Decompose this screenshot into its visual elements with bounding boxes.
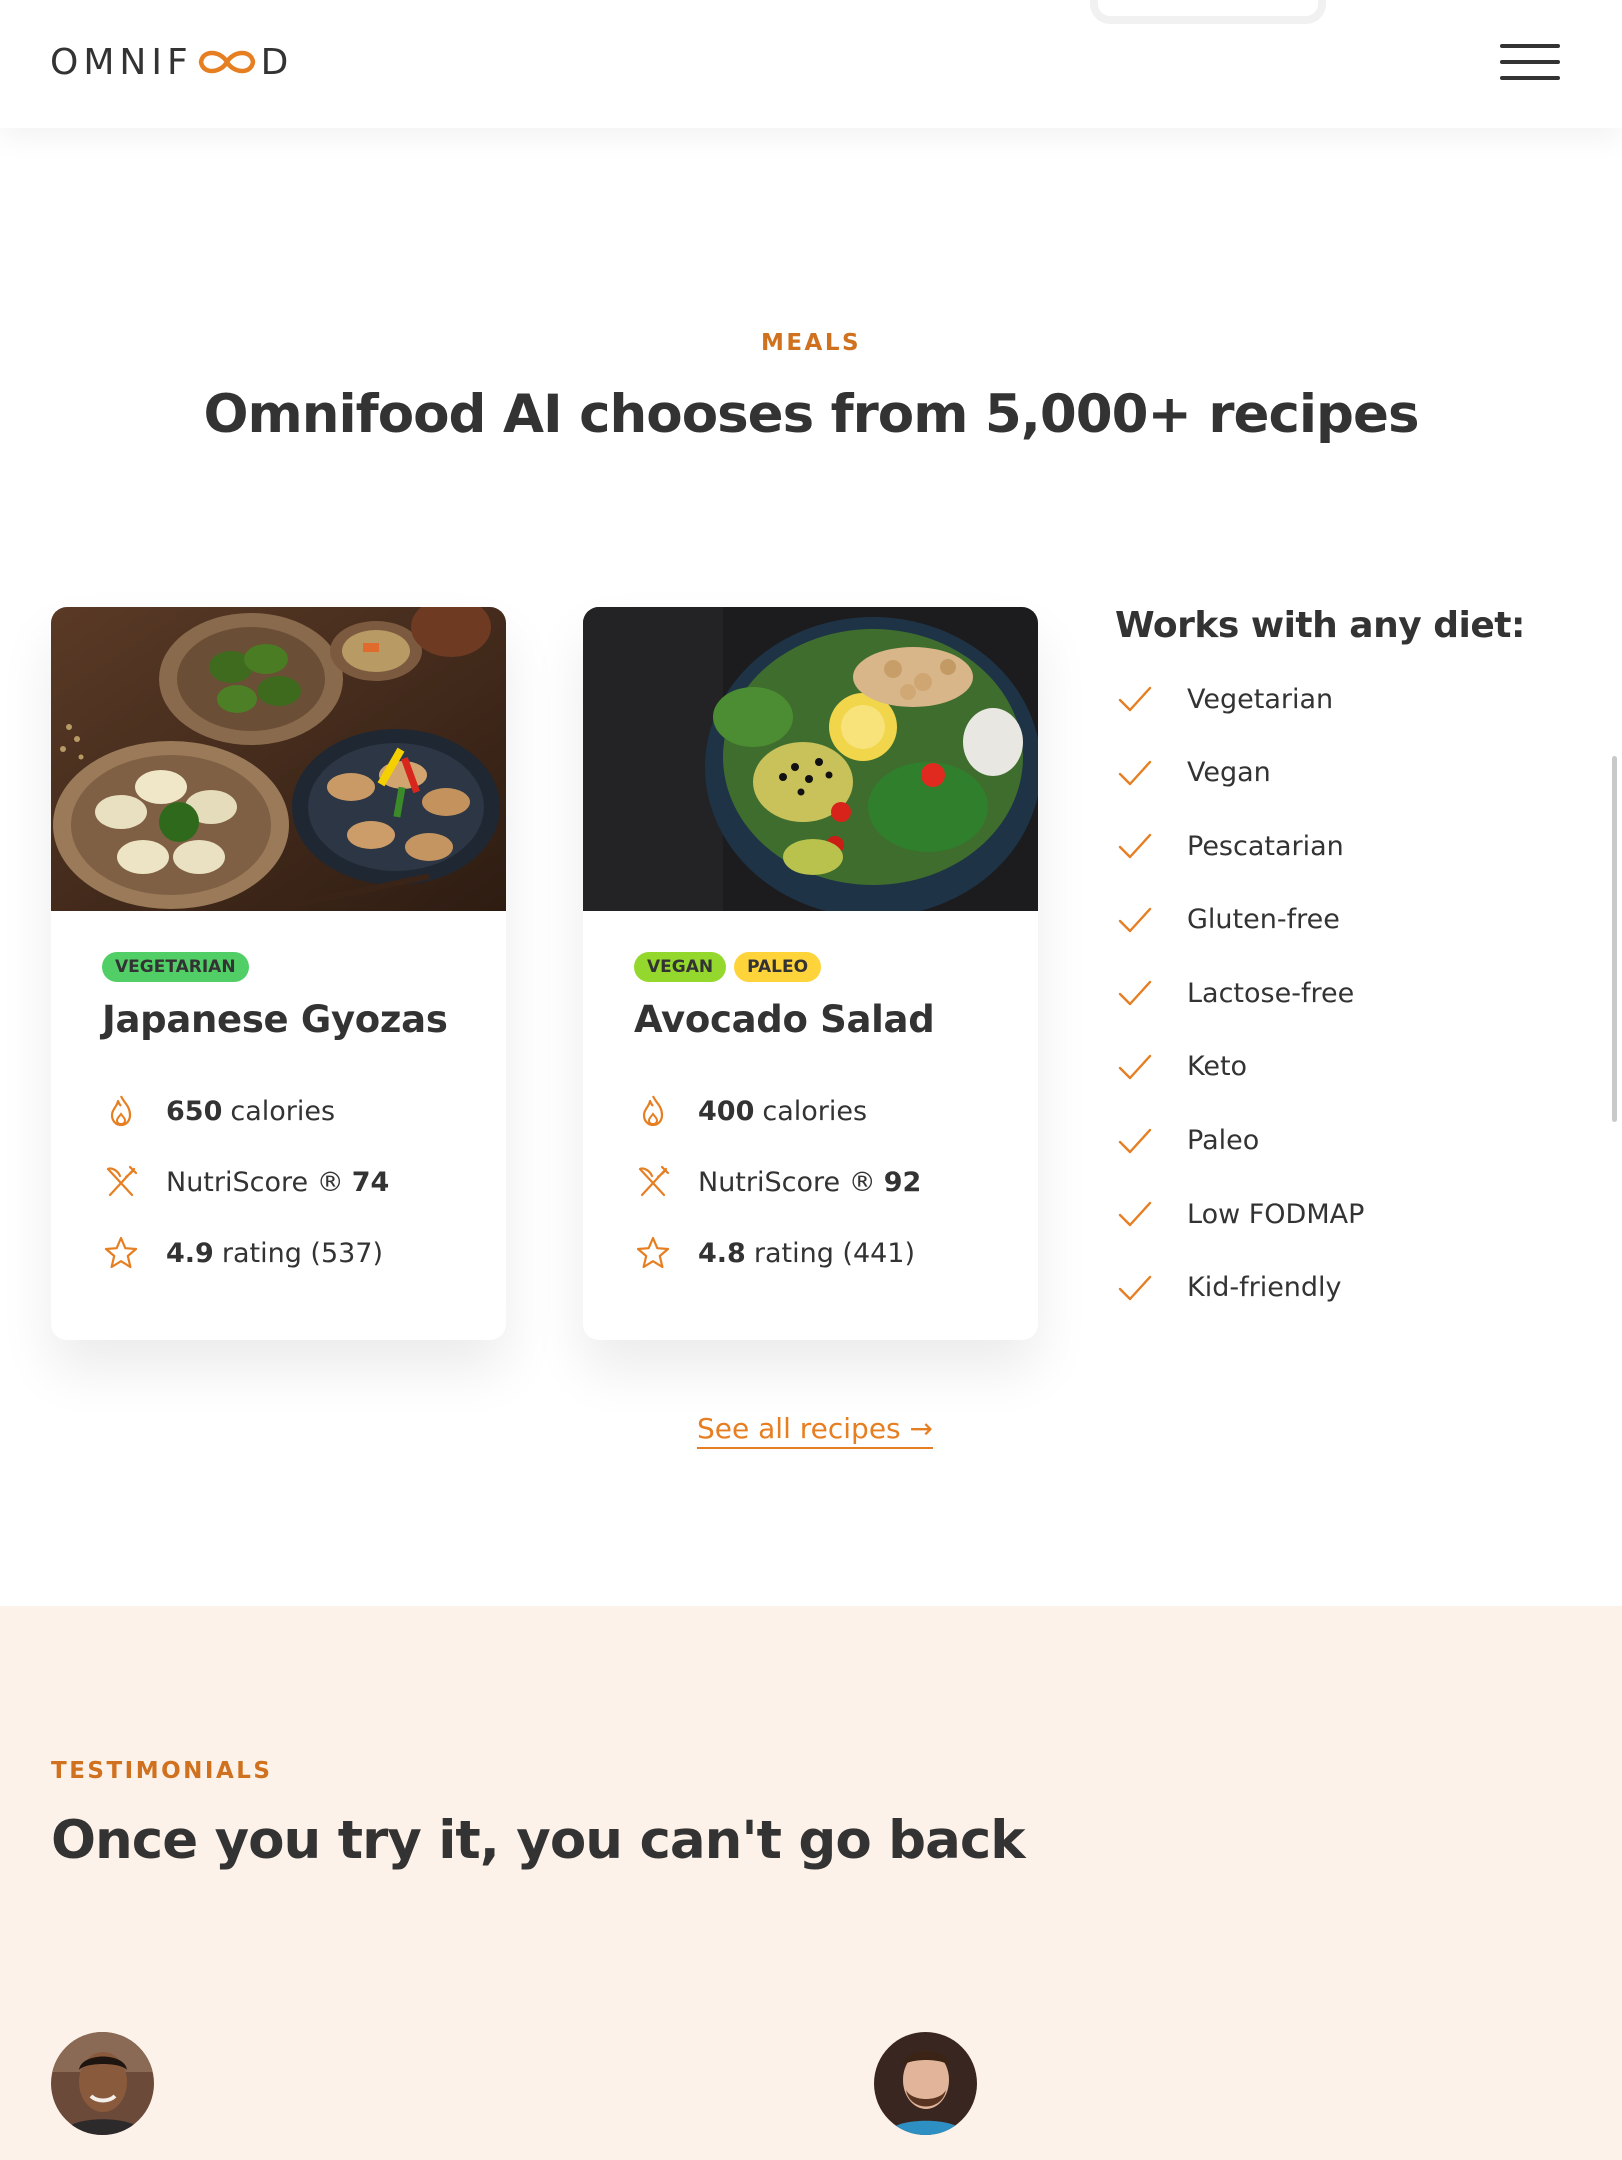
diet-item: Vegetarian [1115, 679, 1575, 719]
diet-item: Keto [1115, 1047, 1575, 1087]
diet-item: Gluten-free [1115, 900, 1575, 940]
avatar [874, 2032, 977, 2135]
checkmark-icon [1118, 907, 1152, 932]
meals-title: Omnifood AI chooses from 5,000+ recipes [203, 384, 1420, 445]
diet-item: Pescatarian [1115, 826, 1575, 866]
omnifood-logo[interactable]: OMNIF D [50, 40, 293, 84]
meal-calories: 650 calories [102, 1091, 476, 1131]
nutriscore-value: 92 [883, 1166, 922, 1198]
star-icon [104, 1236, 138, 1269]
meal-rating: 4.9 rating (537) [102, 1233, 476, 1273]
menu-line [1500, 44, 1560, 48]
tag-paleo: PALEO [734, 952, 822, 982]
site-header: OMNIF D [0, 0, 1622, 128]
diet-item: Vegan [1115, 753, 1575, 793]
checkmark-icon [1118, 760, 1152, 785]
diet-label: Kid-friendly [1187, 1272, 1342, 1304]
meal-nutriscore: NutriScore ® 92 [634, 1162, 1008, 1202]
meal-calories: 400 calories [634, 1091, 1008, 1131]
testimonials-section: TESTIMONIALS Once you try it, you can't … [0, 1606, 1622, 2160]
meal-title: Japanese Gyozas [102, 998, 448, 1041]
diet-item: Kid-friendly [1115, 1268, 1575, 1308]
meal-tags: VEGAN PALEO [634, 952, 1008, 984]
meals-subheading: MEALS [760, 330, 862, 356]
diets-panel: Works with any diet: Vegetarian Vegan Pe… [1115, 605, 1575, 1341]
rating-value: 4.8 [698, 1237, 746, 1269]
meal-body: VEGETARIAN Japanese Gyozas 650 calories … [102, 952, 476, 1304]
checkmark-icon [1118, 1201, 1152, 1227]
star-icon [636, 1236, 670, 1269]
meal-card-gyozas[interactable]: VEGETARIAN Japanese Gyozas 650 calories … [51, 607, 506, 1340]
calories-value: 400 [698, 1095, 755, 1127]
floating-tab-fragment [1090, 0, 1326, 24]
diet-list: Vegetarian Vegan Pescatarian Gluten-free… [1115, 679, 1575, 1308]
meal-nutriscore: NutriScore ® 74 [102, 1162, 476, 1202]
diet-label: Keto [1187, 1051, 1248, 1083]
flame-icon [642, 1095, 664, 1127]
flame-icon [110, 1095, 132, 1127]
meal-attributes: 400 calories NutriScore ® 92 4.8 rating … [634, 1091, 1008, 1273]
hamburger-menu-icon[interactable] [1500, 44, 1560, 82]
meal-body: VEGAN PALEO Avocado Salad 400 calories N… [634, 952, 1008, 1304]
menu-line [1500, 76, 1560, 80]
scrollbar-thumb[interactable] [1612, 756, 1617, 1122]
checkmark-icon [1118, 686, 1152, 712]
diet-label: Pescatarian [1187, 830, 1344, 862]
see-all-recipes-link[interactable]: See all recipes → [697, 1412, 933, 1449]
tag-vegan: VEGAN [634, 952, 727, 982]
menu-line [1500, 60, 1560, 64]
rating-value: 4.9 [166, 1237, 214, 1269]
checkmark-icon [1118, 1275, 1152, 1300]
diet-item: Low FODMAP [1115, 1194, 1575, 1234]
diet-item: Paleo [1115, 1121, 1575, 1161]
tag-vegetarian: VEGETARIAN [102, 952, 249, 982]
checkmark-icon [1118, 1054, 1152, 1080]
fork-knife-icon [638, 1165, 670, 1197]
diet-label: Gluten-free [1187, 904, 1340, 936]
calories-label: calories [230, 1095, 336, 1127]
logo-text-left: OMNIF [50, 41, 193, 83]
fork-knife-icon [106, 1165, 138, 1197]
diet-label: Paleo [1187, 1125, 1260, 1157]
diet-label: Low FODMAP [1187, 1198, 1365, 1230]
diet-item: Lactose-free [1115, 973, 1575, 1013]
nutriscore-label: NutriScore ® [166, 1166, 344, 1198]
testimonials-title: Once you try it, you can't go back [51, 1810, 1026, 1871]
meal-image-avocado-salad [583, 607, 1038, 911]
checkmark-icon [1118, 833, 1152, 859]
avatar [51, 2032, 154, 2135]
meal-attributes: 650 calories NutriScore ® 74 4.9 rating … [102, 1091, 476, 1273]
meal-rating: 4.8 rating (441) [634, 1233, 1008, 1273]
meal-title: Avocado Salad [634, 998, 935, 1041]
diet-label: Lactose-free [1187, 977, 1355, 1009]
meal-image-gyozas [51, 607, 506, 911]
checkmark-icon [1118, 1128, 1152, 1153]
infinity-logo-icon [198, 50, 255, 74]
calories-value: 650 [166, 1095, 223, 1127]
meal-card-avocado-salad[interactable]: VEGAN PALEO Avocado Salad 400 calories N… [583, 607, 1038, 1340]
meal-tags: VEGETARIAN [102, 952, 476, 984]
logo-text-right: D [260, 41, 294, 83]
nutriscore-label: NutriScore ® [698, 1166, 876, 1198]
rating-label: rating (441) [753, 1237, 916, 1269]
calories-label: calories [762, 1095, 868, 1127]
checkmark-icon [1118, 981, 1152, 1006]
diets-title: Works with any diet: [1115, 605, 1525, 646]
rating-label: rating (537) [221, 1237, 384, 1269]
testimonials-subheading: TESTIMONIALS [51, 1758, 273, 1784]
diet-label: Vegetarian [1187, 683, 1334, 715]
nutriscore-value: 74 [351, 1166, 390, 1198]
diet-label: Vegan [1187, 757, 1271, 789]
